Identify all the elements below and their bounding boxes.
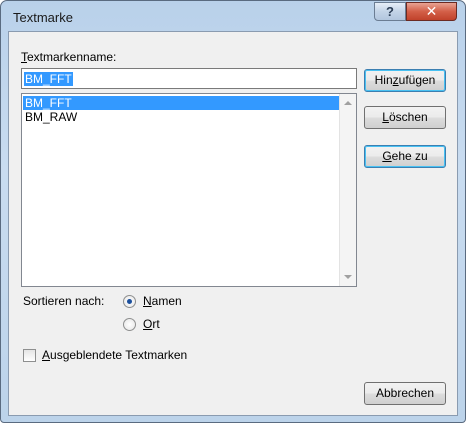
list-item[interactable]: BM_FFT (23, 96, 339, 110)
bookmark-name-value: BM_FFT (24, 72, 73, 86)
goto-button[interactable]: Gehe zu (364, 145, 446, 168)
sort-label: Sortieren nach: (23, 294, 105, 308)
dialog-client-area: Textmarkenname: BM_FFT BM_FFT BM_RAW Hin… (8, 31, 458, 416)
cancel-button[interactable]: Abbrechen (364, 382, 446, 405)
sort-location-radio[interactable] (123, 318, 136, 331)
bookmark-name-input[interactable]: BM_FFT (21, 68, 357, 89)
sort-location-label[interactable]: Ort (143, 317, 160, 331)
scroll-down-icon[interactable] (344, 275, 352, 279)
help-button[interactable]: ? (374, 2, 406, 21)
bookmark-list[interactable]: BM_FFT BM_RAW (21, 93, 357, 287)
hidden-bookmarks-label[interactable]: Ausgeblendete Textmarken (42, 348, 187, 362)
help-icon: ? (386, 4, 394, 19)
bookmark-name-label: Textmarkenname: (21, 50, 117, 64)
close-button[interactable]: ✕ (406, 2, 457, 21)
sort-name-label[interactable]: Namen (143, 294, 182, 308)
bookmark-dialog: Textmarke ? ✕ Textmarkenname: BM_FFT BM_… (0, 0, 466, 423)
radio-selected-dot (127, 299, 132, 304)
add-button[interactable]: Hinzufügen (364, 69, 446, 92)
list-item[interactable]: BM_RAW (23, 110, 339, 124)
hidden-bookmarks-checkbox[interactable] (23, 349, 36, 362)
window-title: Textmarke (13, 10, 73, 25)
sort-name-radio[interactable] (123, 295, 136, 308)
delete-button[interactable]: Löschen (364, 106, 446, 129)
scroll-up-icon[interactable] (344, 101, 352, 105)
vertical-scrollbar[interactable] (339, 94, 356, 286)
close-icon: ✕ (425, 3, 438, 19)
